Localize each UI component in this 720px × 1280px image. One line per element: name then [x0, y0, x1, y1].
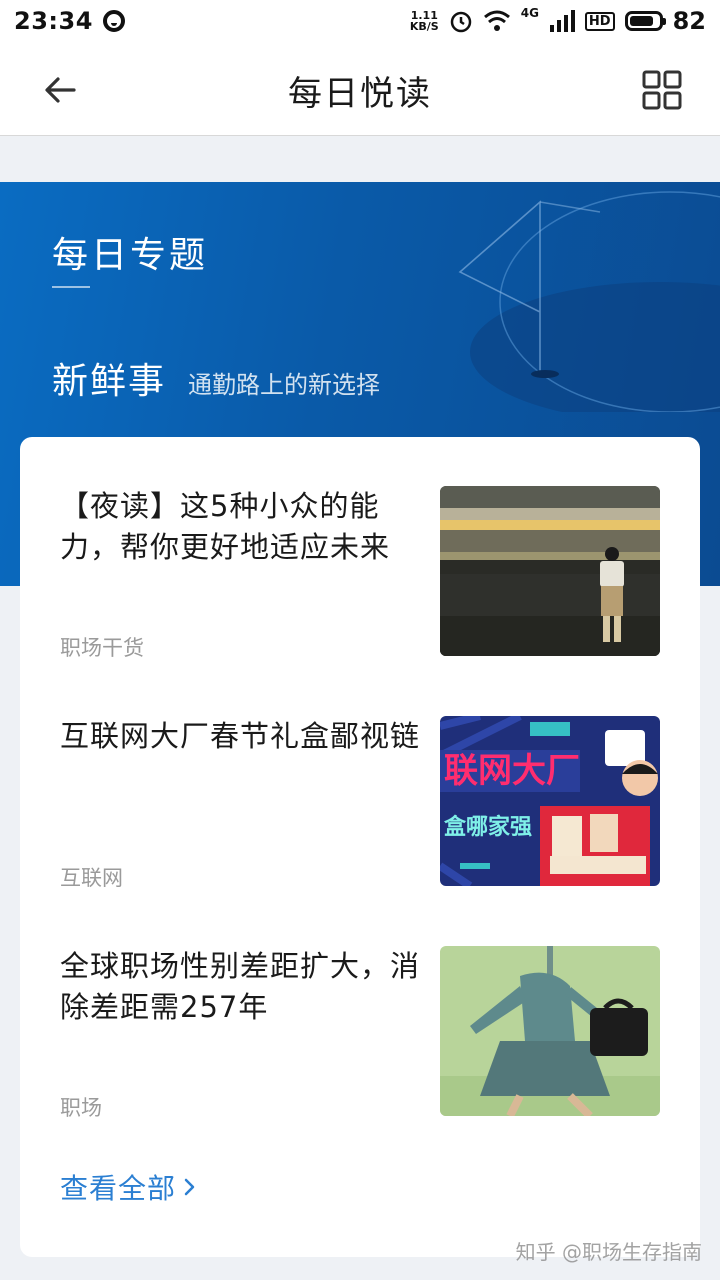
status-left: 23:34 [14, 7, 125, 35]
grid-icon [642, 70, 682, 110]
article-item[interactable]: 【夜读】这5种小众的能力，帮你更好地适应未来 职场干货 [60, 486, 660, 660]
nav-bar: 每日悦读 [0, 42, 720, 136]
hero-title: 每日专题 [52, 235, 209, 276]
svg-text:盒哪家强: 盒哪家强 [443, 814, 532, 840]
article-list-card: 【夜读】这5种小众的能力，帮你更好地适应未来 职场干货 互联网大厂春节礼盒鄙视链… [20, 437, 700, 1257]
article-item[interactable]: 互联网大厂春节礼盒鄙视链 互联网 联网大厂 盒哪家强 [60, 716, 660, 890]
hero-title-underline [52, 286, 90, 288]
battery-icon [624, 11, 666, 31]
article-tag: 职场 [60, 1096, 102, 1120]
status-bar: 23:34 1.11 KB/S 4G HD 82 [0, 0, 720, 42]
wifi-icon [483, 10, 510, 31]
see-all-label: 查看全部 [60, 1172, 177, 1205]
net-speed-unit: KB/S [409, 20, 439, 33]
battery-level: 82 [672, 7, 706, 35]
article-title: 互联网大厂春节礼盒鄙视链 [60, 719, 421, 753]
page-title: 每日悦读 [288, 74, 432, 114]
alarm-icon [450, 11, 471, 33]
gift-box-poster: 联网大厂 盒哪家强 [440, 716, 660, 886]
notification-app-icon [102, 10, 125, 32]
signal-icon [549, 10, 575, 32]
status-time: 23:34 [14, 7, 93, 35]
hero-decoration-art [458, 191, 720, 412]
article-item[interactable]: 全球职场性别差距扩大，消除差距需257年 职场 [60, 946, 660, 1120]
article-tag: 职场干货 [60, 636, 144, 660]
svg-text:联网大厂: 联网大厂 [444, 751, 580, 791]
hero-subtitle: 新鲜事 [52, 361, 167, 402]
hd-badge: HD [584, 11, 615, 31]
hero-tagline: 通勤路上的新选择 [188, 371, 381, 399]
article-title: 【夜读】这5种小众的能力，帮你更好地适应未来 [60, 489, 391, 564]
hero-subhead: 新鲜事 通勤路上的新选择 [52, 352, 380, 404]
chevron-right-icon [184, 1178, 195, 1196]
businesswoman-illustration [440, 946, 660, 1116]
article-tag: 互联网 [60, 866, 123, 890]
net-speed: 1.11 KB/S [410, 10, 439, 32]
train-station-photo [440, 486, 660, 656]
network-type: 4G [520, 6, 539, 20]
grid-menu-button[interactable] [640, 68, 684, 112]
see-all-link[interactable]: 查看全部 [60, 1167, 198, 1207]
status-right: 1.11 KB/S 4G HD 82 [410, 6, 706, 35]
article-title: 全球职场性别差距扩大，消除差距需257年 [60, 949, 421, 1024]
watermark: 知乎 @职场生存指南 [515, 1240, 702, 1264]
